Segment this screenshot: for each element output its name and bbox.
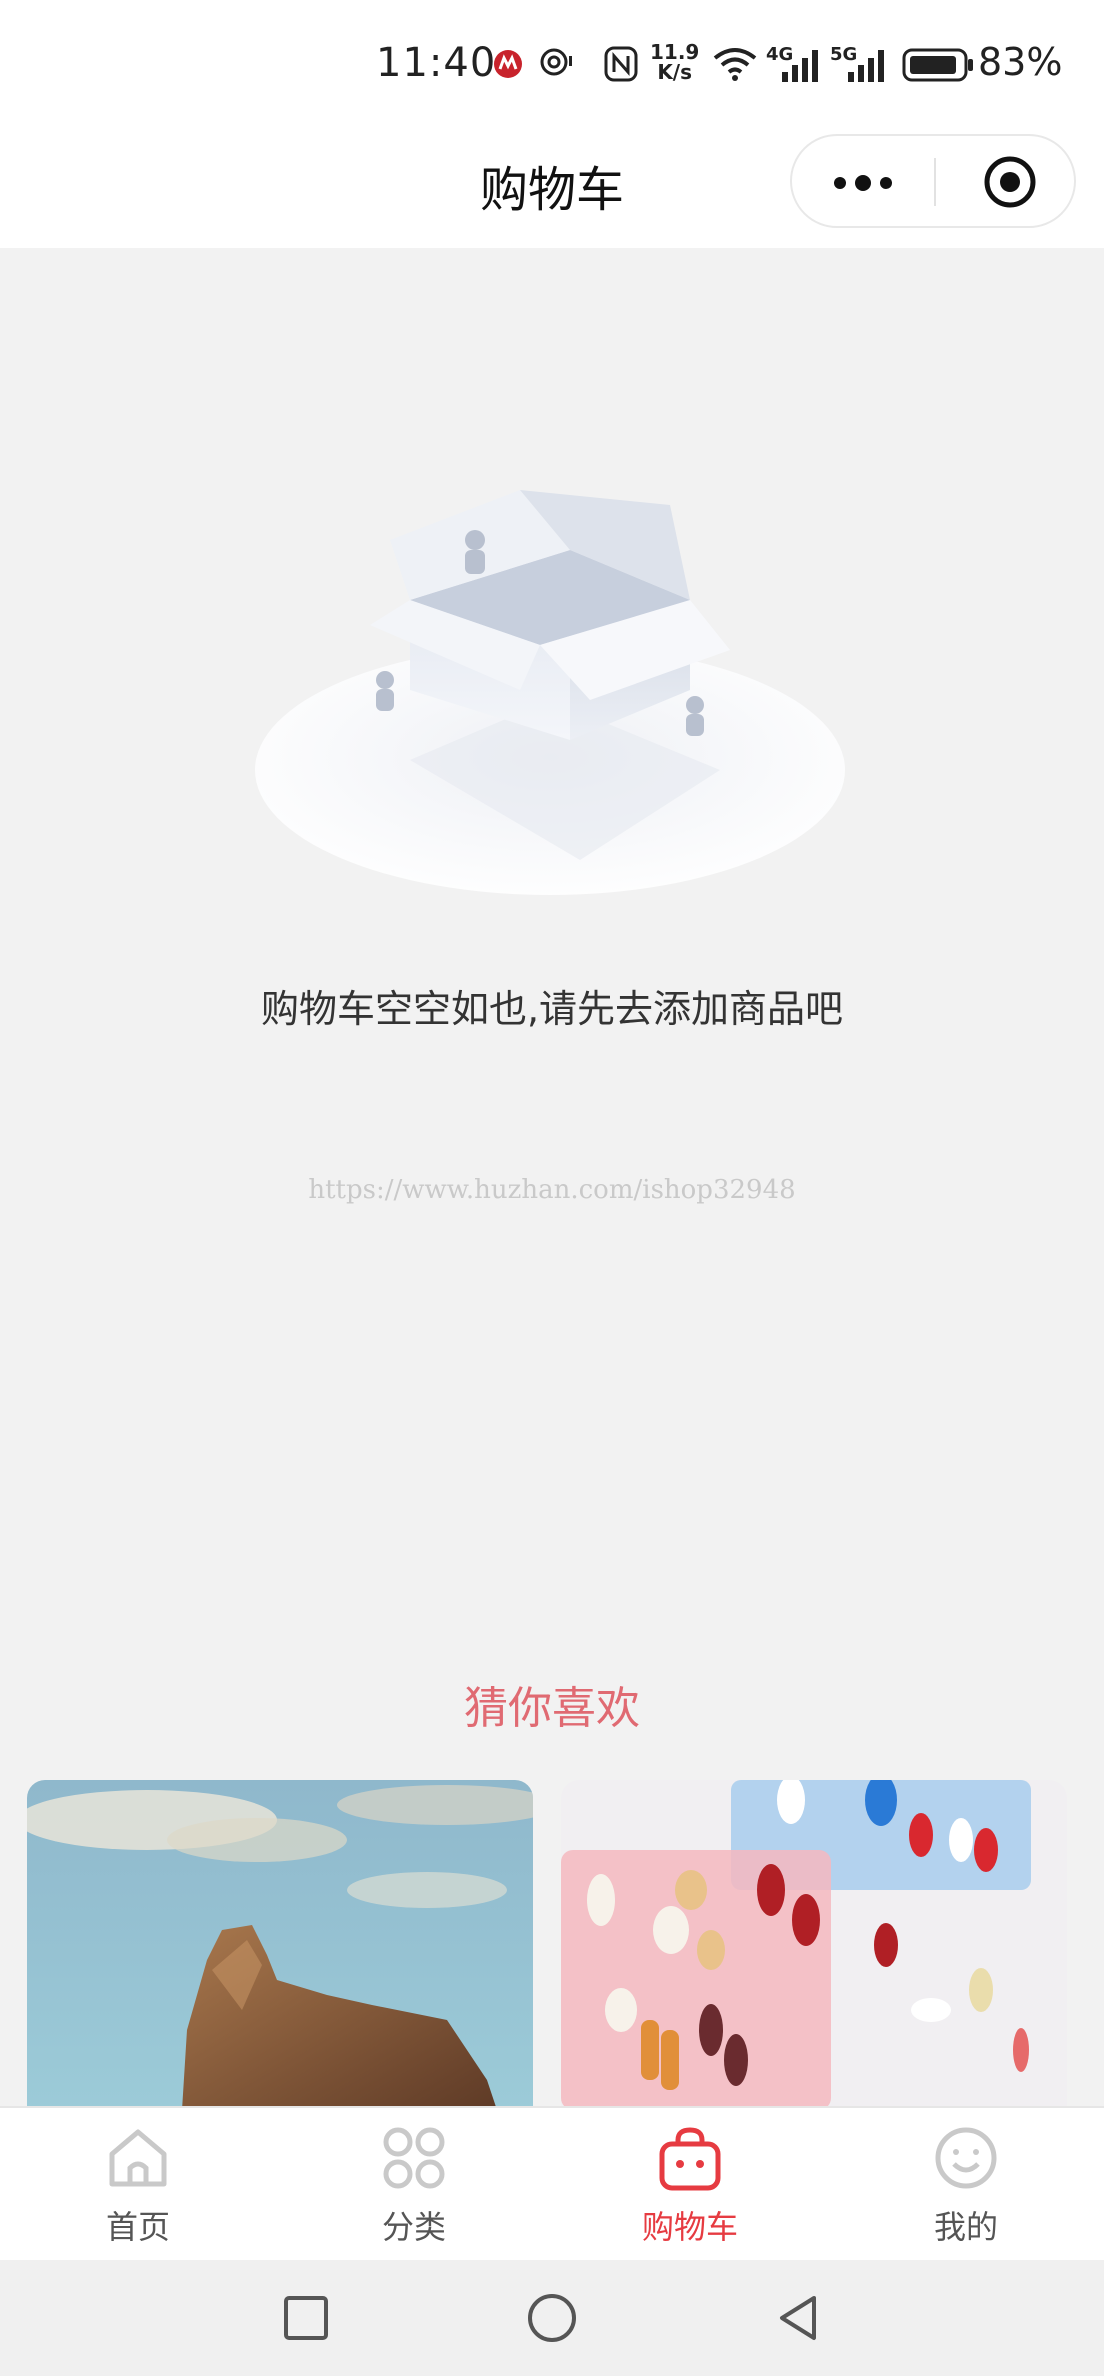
home-icon xyxy=(109,2129,167,2187)
pill-box-photo xyxy=(561,1780,1067,2110)
nfc-icon xyxy=(604,46,638,82)
tab-label-cart: 购物车 xyxy=(641,2208,738,2246)
category-icon xyxy=(383,2127,445,2189)
recommend-title: 猜你喜欢 xyxy=(464,1683,640,1734)
home-nav-icon[interactable] xyxy=(524,2290,580,2346)
network-speed: 11.9 K/s xyxy=(650,42,699,82)
capsule-divider xyxy=(934,158,936,206)
status-bar: 11:40 11.9 K/s 4G 5G 83% xyxy=(0,0,1104,130)
product-card[interactable] xyxy=(561,1780,1067,2110)
location-icon xyxy=(540,48,572,76)
tab-home[interactable]: 首页 xyxy=(0,2108,276,2262)
wifi-icon xyxy=(713,48,757,81)
signal-icon-2 xyxy=(848,50,884,82)
tab-category[interactable]: 分类 xyxy=(276,2108,552,2262)
tab-bar: 首页 分类 购物车 我的 xyxy=(0,2106,1104,2262)
tab-mine[interactable]: 我的 xyxy=(828,2108,1104,2262)
empty-box-illustration xyxy=(255,490,845,895)
more-dots-icon[interactable] xyxy=(828,168,898,198)
app-notification-icon xyxy=(494,50,522,78)
back-icon[interactable] xyxy=(770,2290,826,2346)
tab-label-home: 首页 xyxy=(105,2208,170,2246)
target-close-icon[interactable] xyxy=(982,154,1038,210)
status-time: 11:40 xyxy=(376,40,497,86)
watermark: https://www.huzhan.com/ishop32948 xyxy=(308,1175,796,1205)
tab-cart[interactable]: 购物车 xyxy=(552,2108,828,2262)
signal-icon xyxy=(782,50,818,82)
product-card[interactable] xyxy=(27,1780,533,2110)
network-speed-unit: K/s xyxy=(657,60,693,84)
mini-program-capsule xyxy=(790,134,1076,228)
network-speed-value: 11.9 xyxy=(650,40,700,64)
shopping-bag-icon xyxy=(659,2127,721,2191)
tab-label-category: 分类 xyxy=(381,2208,446,2246)
empty-cart-message: 购物车空空如也,请先去添加商品吧 xyxy=(260,987,844,1031)
tab-label-mine: 我的 xyxy=(933,2208,998,2246)
battery-icon xyxy=(902,48,973,82)
system-nav-bar xyxy=(0,2260,1104,2376)
smiley-icon xyxy=(935,2127,997,2189)
recent-apps-icon[interactable] xyxy=(278,2290,334,2346)
rock-landscape-photo xyxy=(27,1780,533,2110)
battery-percent: 83% xyxy=(978,40,1063,84)
